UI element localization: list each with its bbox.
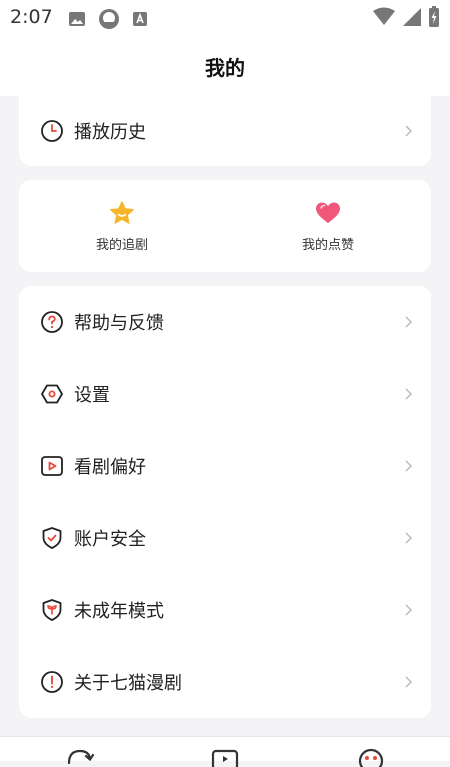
chevron-right-icon xyxy=(405,532,413,544)
system-icons xyxy=(372,6,440,28)
signal-icon xyxy=(403,8,421,26)
menu-item-help[interactable]: 帮助与反馈 xyxy=(19,286,431,358)
wifi-icon xyxy=(373,7,395,25)
menu-item-youth-mode[interactable]: 未成年模式 xyxy=(19,574,431,646)
chevron-right-icon xyxy=(405,676,413,688)
page-header: 我的 xyxy=(0,36,450,96)
tab-home-icon[interactable] xyxy=(66,747,94,767)
menu-item-account-security[interactable]: 账户安全 xyxy=(19,502,431,574)
tab-theater-icon[interactable] xyxy=(211,747,239,767)
info-icon xyxy=(40,670,64,694)
menu-label: 账户安全 xyxy=(74,529,146,550)
chevron-right-icon xyxy=(405,125,413,137)
menu-label: 看剧偏好 xyxy=(74,457,146,478)
history-row[interactable]: 播放历史 xyxy=(19,96,431,166)
chevron-right-icon xyxy=(405,316,413,328)
image-icon xyxy=(69,12,85,26)
help-icon xyxy=(40,310,64,334)
notification-icons xyxy=(68,8,148,30)
my-likes-button[interactable]: 我的点赞 xyxy=(225,180,431,272)
menu-item-settings[interactable]: 设置 xyxy=(19,358,431,430)
menu-item-about[interactable]: 关于七猫漫剧 xyxy=(19,646,431,718)
chevron-right-icon xyxy=(405,388,413,400)
my-following-label: 我的追剧 xyxy=(95,237,148,253)
menu-card: 帮助与反馈 设置 看剧偏好 账户安全 未成年模式 关于七猫漫剧 xyxy=(19,286,431,718)
shield-icon xyxy=(40,526,64,550)
page-title: 我的 xyxy=(205,55,245,80)
chevron-right-icon xyxy=(405,460,413,472)
heart-icon xyxy=(315,200,341,226)
clock-icon xyxy=(40,119,64,143)
youth-mode-icon xyxy=(40,598,64,622)
bottom-tab-bar xyxy=(0,736,450,767)
play-icon xyxy=(40,454,64,478)
star-icon xyxy=(109,200,135,226)
settings-icon xyxy=(40,382,64,406)
assistant-icon xyxy=(99,9,119,29)
menu-label: 关于七猫漫剧 xyxy=(74,673,182,694)
history-card: 播放历史 xyxy=(19,96,431,166)
favorites-card: 我的追剧 我的点赞 xyxy=(19,180,431,272)
my-likes-label: 我的点赞 xyxy=(301,237,354,253)
font-a-icon xyxy=(133,12,147,26)
chevron-right-icon xyxy=(405,604,413,616)
menu-label: 帮助与反馈 xyxy=(74,313,164,334)
tab-profile-icon[interactable] xyxy=(357,747,385,767)
status-time: 2:07 xyxy=(10,6,53,28)
history-label: 播放历史 xyxy=(74,122,146,143)
menu-label: 设置 xyxy=(74,385,110,406)
battery-icon xyxy=(429,6,439,27)
menu-label: 未成年模式 xyxy=(74,601,164,622)
my-following-button[interactable]: 我的追剧 xyxy=(19,180,225,272)
menu-item-preferences[interactable]: 看剧偏好 xyxy=(19,430,431,502)
status-bar: 2:07 xyxy=(0,0,450,36)
